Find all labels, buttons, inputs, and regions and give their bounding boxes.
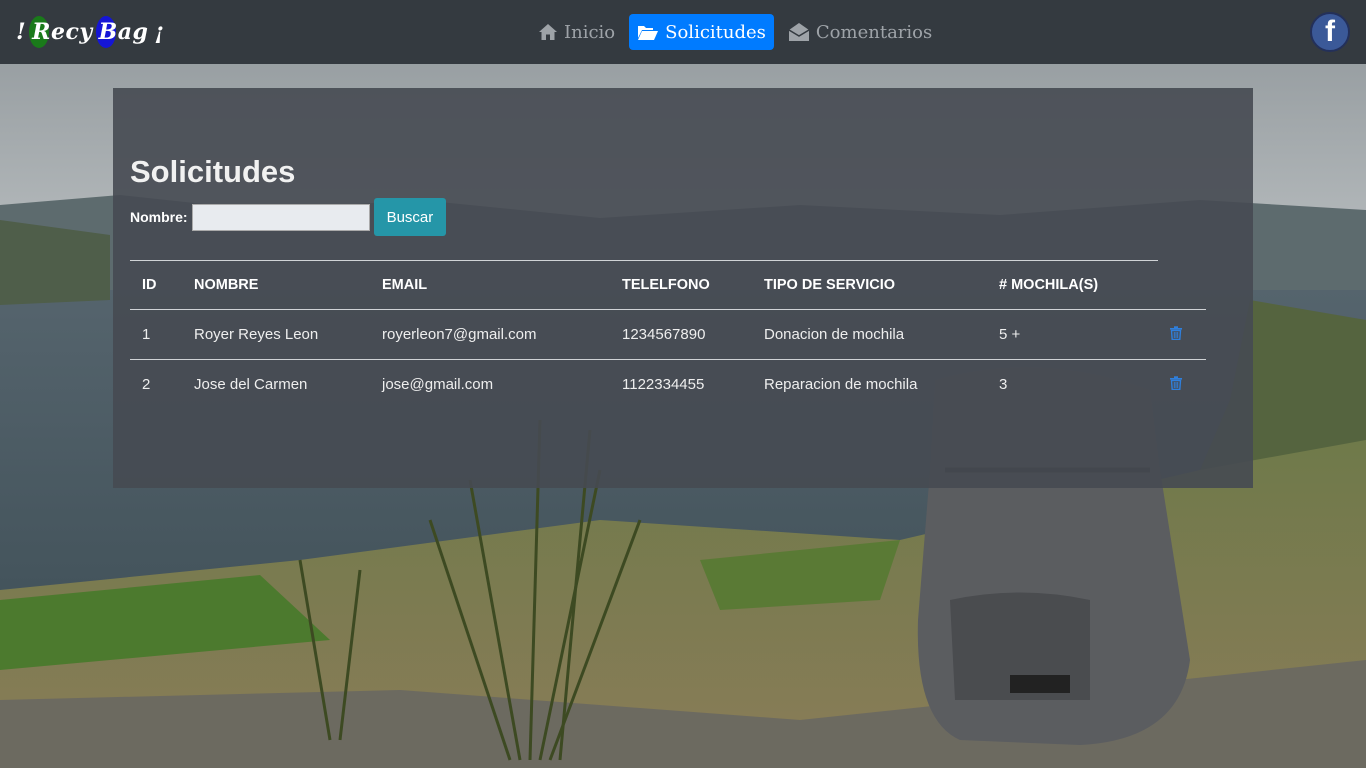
search-input[interactable] bbox=[191, 203, 370, 231]
search-label: Nombre: bbox=[130, 209, 188, 225]
cell-tipo-servicio: Reparacion de mochila bbox=[764, 376, 918, 393]
header-actions bbox=[1158, 260, 1206, 310]
trash-icon[interactable] bbox=[1170, 375, 1182, 394]
cell-telefono: 1234567890 bbox=[610, 309, 752, 360]
table-header-row: ID NOMBRE EMAIL TELELFONO TIPO DE SERVIC… bbox=[130, 260, 1206, 310]
table-row: 2 Jose del Carmen jose@gmail.com 1122334… bbox=[130, 360, 1206, 410]
cell-nombre: Jose del Carmen bbox=[194, 376, 308, 393]
cell-mochilas: 5 + bbox=[987, 309, 1158, 360]
solicitudes-table: ID NOMBRE EMAIL TELELFONO TIPO DE SERVIC… bbox=[130, 260, 1206, 409]
cell-nombre: Royer Reyes Leon bbox=[182, 309, 370, 360]
main-nav: Inicio Solicitudes Comentarios bbox=[530, 14, 940, 50]
envelope-open-icon bbox=[788, 23, 810, 41]
header-nombre: NOMBRE bbox=[182, 260, 370, 310]
header-telefono: TELELFONO bbox=[610, 260, 752, 310]
cell-telefono: 1122334455 bbox=[622, 376, 705, 393]
cell-email: royerleon7@gmail.com bbox=[370, 309, 610, 360]
nav-solicitudes[interactable]: Solicitudes bbox=[629, 14, 774, 50]
page-title: Solicitudes bbox=[130, 154, 296, 189]
nav-inicio[interactable]: Inicio bbox=[530, 14, 623, 50]
cell-actions bbox=[1158, 360, 1206, 410]
solicitudes-panel: Solicitudes Nombre: Buscar ID NOMBRE EMA… bbox=[113, 88, 1253, 488]
nav-comentarios[interactable]: Comentarios bbox=[780, 14, 940, 50]
cell-email: jose@gmail.com bbox=[382, 376, 494, 393]
search-button[interactable]: Buscar bbox=[373, 198, 447, 236]
brand-recy: Recy bbox=[29, 16, 93, 48]
navbar: ! Recy Bag ¡ Inicio Solicitudes Comentar… bbox=[0, 0, 1366, 64]
cell-tipo-servicio: Donacion de mochila bbox=[752, 309, 987, 360]
header-tipo-servicio: TIPO DE SERVICIO bbox=[752, 260, 987, 310]
facebook-icon[interactable]: f bbox=[1310, 12, 1350, 52]
cell-id: 2 bbox=[142, 376, 151, 393]
home-icon bbox=[539, 24, 557, 40]
header-email: EMAIL bbox=[370, 260, 610, 310]
search-form: Nombre: Buscar bbox=[130, 198, 447, 236]
cell-mochilas: 3 bbox=[999, 376, 1008, 393]
brand-exclamation: ! bbox=[16, 19, 27, 45]
header-id: ID bbox=[130, 260, 182, 310]
trash-icon[interactable] bbox=[1170, 325, 1182, 344]
cell-id: 1 bbox=[130, 309, 182, 360]
table-row: 1 Royer Reyes Leon royerleon7@gmail.com … bbox=[130, 309, 1206, 360]
cell-actions bbox=[1158, 309, 1206, 360]
folder-open-icon bbox=[638, 26, 659, 40]
brand-logo[interactable]: ! Recy Bag ¡ bbox=[16, 14, 165, 50]
brand-bag: Bag bbox=[95, 16, 149, 48]
header-mochilas: # MOCHILA(S) bbox=[987, 260, 1158, 310]
brand-inverted-exclamation: ¡ bbox=[154, 19, 165, 45]
